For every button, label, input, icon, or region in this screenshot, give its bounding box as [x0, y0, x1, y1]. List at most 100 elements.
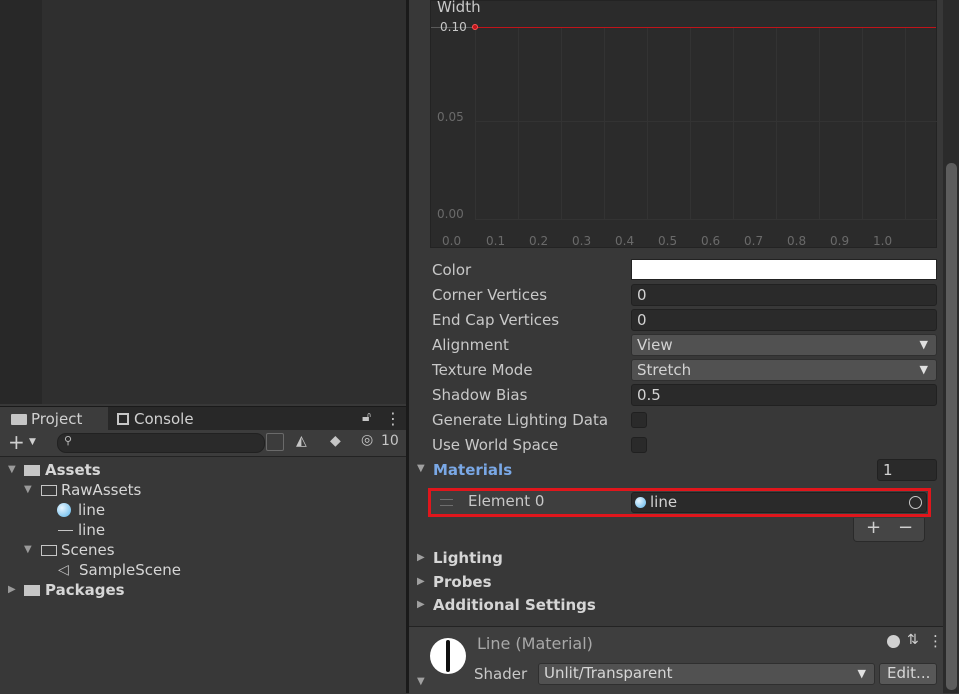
grid-line — [518, 28, 519, 220]
texture-mode-label: Texture Mode — [432, 361, 533, 379]
search-icon: ⚲ — [64, 434, 73, 447]
grid-line — [733, 28, 734, 220]
help-icon[interactable] — [887, 635, 900, 648]
edit-shader-button[interactable]: Edit... — [879, 663, 937, 685]
remove-element-button[interactable]: − — [898, 517, 913, 538]
material-title: Line (Material) — [477, 634, 593, 653]
lighting-foldout[interactable]: Lighting — [433, 549, 503, 567]
curve-key[interactable] — [472, 24, 478, 30]
tree-item-assets[interactable]: ▼ Assets — [8, 460, 398, 480]
x-tick-label: 0.4 — [615, 234, 635, 248]
material-icon — [57, 503, 71, 517]
expand-arrow-icon[interactable]: ▼ — [24, 540, 32, 560]
scrollbar-thumb[interactable] — [946, 163, 957, 690]
x-tick-label: 1.0 — [873, 234, 893, 248]
collapse-arrow-icon[interactable]: ▶ — [417, 576, 425, 587]
generate-lighting-data-checkbox[interactable] — [631, 412, 647, 428]
use-world-space-checkbox[interactable] — [631, 437, 647, 453]
add-element-button[interactable]: + — [866, 517, 881, 538]
x-tick-label: 0.7 — [744, 234, 764, 248]
shadow-bias-field[interactable]: 0.5 — [631, 384, 937, 406]
corner-vertices-field[interactable]: 0 — [631, 284, 937, 306]
grid-line — [647, 28, 648, 220]
search-expand-icon[interactable] — [266, 433, 284, 451]
y-tick-label: 0.05 — [437, 110, 464, 124]
tree-label: line — [78, 501, 106, 519]
expand-arrow-icon[interactable]: ▼ — [417, 676, 425, 687]
tree-item-rawassets[interactable]: ▼ RawAssets — [24, 480, 394, 500]
tree-item-samplescene[interactable]: ◁ SampleScene — [56, 560, 386, 580]
expand-arrow-icon[interactable]: ▼ — [8, 460, 16, 480]
grid-line — [475, 219, 937, 220]
project-tree: ▼ Assets ▼ RawAssets line line ▼ Scenes … — [0, 457, 406, 693]
folder-open-icon — [41, 485, 57, 496]
end-cap-vertices-field[interactable]: 0 — [631, 309, 937, 331]
width-curve-editor[interactable]: Width 0.10 0.05 0.00 0.0 0.1 0.2 0.3 0.4… — [430, 0, 937, 248]
edit-shader-label: Edit... — [887, 664, 931, 682]
folder-open-icon — [41, 545, 57, 556]
tab-project[interactable]: Project — [0, 407, 108, 431]
add-icon[interactable]: + — [8, 430, 25, 454]
project-tab-bar: Project Console 🔓︎ ⋮ — [0, 406, 406, 431]
line-icon — [58, 530, 73, 531]
x-tick-label: 0.8 — [787, 234, 807, 248]
chevron-down-icon[interactable]: ▼ — [29, 437, 36, 447]
shader-value: Unlit/Transparent — [544, 664, 673, 682]
material-preview-icon — [430, 638, 466, 674]
hierarchy-content — [42, 0, 406, 404]
kebab-menu-icon[interactable]: ⋮ — [928, 632, 943, 650]
color-field[interactable] — [631, 259, 937, 280]
probes-foldout[interactable]: Probes — [433, 573, 492, 591]
collapse-arrow-icon[interactable]: ▶ — [8, 580, 16, 600]
collapse-arrow-icon[interactable]: ▶ — [417, 552, 425, 563]
tree-item-scenes[interactable]: ▼ Scenes — [24, 540, 394, 560]
kebab-menu-icon[interactable]: ⋮ — [385, 409, 401, 428]
additional-settings-foldout[interactable]: Additional Settings — [433, 596, 596, 614]
lock-icon[interactable]: 🔓︎ — [362, 409, 371, 425]
preset-icon[interactable]: ⇅ — [907, 632, 919, 648]
alignment-dropdown[interactable]: View ▼ — [631, 334, 937, 356]
collapse-arrow-icon[interactable]: ▶ — [417, 599, 425, 610]
shader-dropdown[interactable]: Unlit/Transparent ▼ — [538, 663, 875, 685]
use-world-space-label: Use World Space — [432, 436, 559, 454]
expand-arrow-icon[interactable]: ▼ — [417, 463, 425, 474]
grid-line — [604, 28, 605, 220]
console-icon — [117, 413, 129, 425]
tree-label: line — [78, 521, 106, 539]
material-icon — [635, 497, 646, 508]
materials-foldout[interactable]: Materials — [433, 461, 512, 479]
x-tick-label: 0.1 — [486, 234, 506, 248]
alignment-value: View — [637, 336, 673, 354]
texture-mode-value: Stretch — [637, 361, 692, 379]
y-tick-label: 0.10 — [440, 20, 467, 34]
tab-console[interactable]: Console — [112, 407, 222, 431]
folder-open-icon — [24, 465, 40, 476]
hidden-packages-icon[interactable]: ◎ — [361, 432, 373, 448]
unity-scene-icon: ◁ — [58, 562, 69, 578]
curve-title: Width — [437, 0, 481, 16]
object-picker-icon[interactable] — [909, 496, 922, 509]
drag-handle-icon[interactable] — [440, 499, 453, 506]
material-object-field[interactable]: line — [631, 492, 927, 513]
filter-by-type-icon[interactable]: ◭ — [296, 433, 307, 449]
grid-line — [862, 28, 863, 220]
grid-line — [561, 28, 562, 220]
tree-label: RawAssets — [61, 481, 142, 499]
tree-item-line-prefab[interactable]: line — [56, 520, 386, 540]
material-element-row: Element 0 line — [428, 488, 931, 517]
filter-by-label-icon[interactable]: ◆ — [330, 433, 341, 449]
curve-line[interactable] — [475, 27, 936, 28]
tree-item-line-material[interactable]: line — [56, 500, 386, 520]
tree-item-packages[interactable]: ▶ Packages — [8, 580, 398, 600]
search-input[interactable]: ⚲ — [57, 433, 265, 453]
expand-arrow-icon[interactable]: ▼ — [24, 480, 32, 500]
tree-label: Packages — [45, 581, 125, 599]
tree-label: Scenes — [61, 541, 115, 559]
chevron-down-icon: ▼ — [919, 363, 928, 376]
texture-mode-dropdown[interactable]: Stretch ▼ — [631, 359, 937, 381]
shadow-bias-label: Shadow Bias — [432, 386, 528, 404]
color-label: Color — [432, 261, 472, 279]
grid-line — [819, 28, 820, 220]
grid-line — [690, 28, 691, 220]
materials-size-field[interactable]: 1 — [877, 459, 937, 481]
